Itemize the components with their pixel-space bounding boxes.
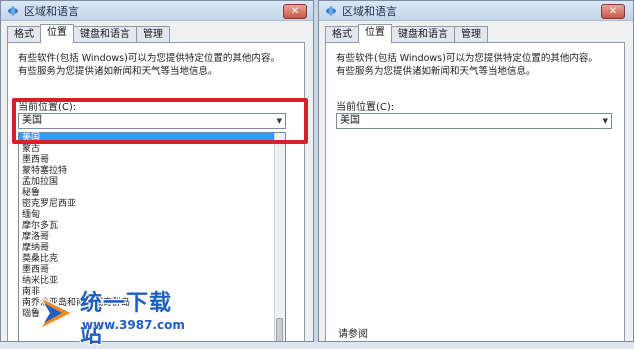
site-watermark: 统一下载站 www.3987.com: [38, 283, 188, 348]
left-tab-administrative[interactable]: 管理: [136, 26, 170, 43]
list-item[interactable]: 莫桑比克: [19, 254, 285, 265]
list-item[interactable]: 墨西哥: [19, 155, 285, 166]
left-tab-keyboards-languages[interactable]: 键盘和语言: [73, 26, 137, 43]
highlight-box: [12, 98, 308, 144]
right-tab-location[interactable]: 位置: [358, 24, 392, 43]
right-tab-formats[interactable]: 格式: [325, 26, 359, 43]
right-title-bar[interactable]: 区域和语言: [319, 1, 633, 21]
watermark-url: www.3987.com: [82, 318, 185, 332]
list-item[interactable]: 摩纳哥: [19, 243, 285, 254]
watermark-logo-icon: [38, 295, 74, 331]
scrollbar-thumb[interactable]: [276, 318, 283, 341]
list-item[interactable]: 摩洛哥: [19, 232, 285, 243]
right-location-label: 当前位置(C):: [336, 102, 395, 113]
left-description: 有些软件(包括 Windows)可以为您提供特定位置的其他内容。有些服务为您提供…: [18, 53, 280, 77]
right-location-value: 美国: [340, 115, 360, 126]
left-title-bar[interactable]: 区域和语言: [1, 1, 313, 21]
list-item[interactable]: 密克罗尼西亚: [19, 199, 285, 210]
list-item[interactable]: 秘鲁: [19, 188, 285, 199]
right-region-language-window: 区域和语言 ✕ 格式 位置 键盘和语言 管理 有些软件(包括 Windows)可…: [318, 0, 634, 342]
right-description: 有些软件(包括 Windows)可以为您提供特定位置的其他内容。有些服务为您提供…: [336, 53, 598, 77]
region-globe-icon: [7, 5, 19, 17]
list-item[interactable]: 缅甸: [19, 210, 285, 221]
list-item[interactable]: 蒙特塞拉特: [19, 166, 285, 177]
chevron-down-icon: ▼: [602, 117, 608, 125]
left-close-button[interactable]: ✕: [283, 4, 307, 19]
right-tab-panel: 有些软件(包括 Windows)可以为您提供特定位置的其他内容。有些服务为您提供…: [325, 42, 625, 341]
left-tab-location[interactable]: 位置: [40, 24, 74, 43]
see-also-label: 请参阅: [338, 329, 368, 340]
region-globe-icon: [325, 5, 337, 17]
dropdown-scrollbar[interactable]: [274, 133, 285, 341]
right-location-select[interactable]: 美国 ▼: [336, 113, 612, 129]
right-tab-keyboards-languages[interactable]: 键盘和语言: [391, 26, 455, 43]
watermark-title: 统一下载站: [80, 291, 173, 348]
left-tab-formats[interactable]: 格式: [7, 26, 41, 43]
right-window-title: 区域和语言: [342, 4, 397, 18]
right-tab-administrative[interactable]: 管理: [454, 26, 488, 43]
list-item[interactable]: 摩尔多瓦: [19, 221, 285, 232]
right-close-button[interactable]: ✕: [601, 4, 625, 19]
list-item[interactable]: 孟加拉国: [19, 177, 285, 188]
list-item[interactable]: 墨西哥: [19, 265, 285, 276]
list-item[interactable]: 蒙古: [19, 144, 285, 155]
left-window-title: 区域和语言: [24, 4, 79, 18]
